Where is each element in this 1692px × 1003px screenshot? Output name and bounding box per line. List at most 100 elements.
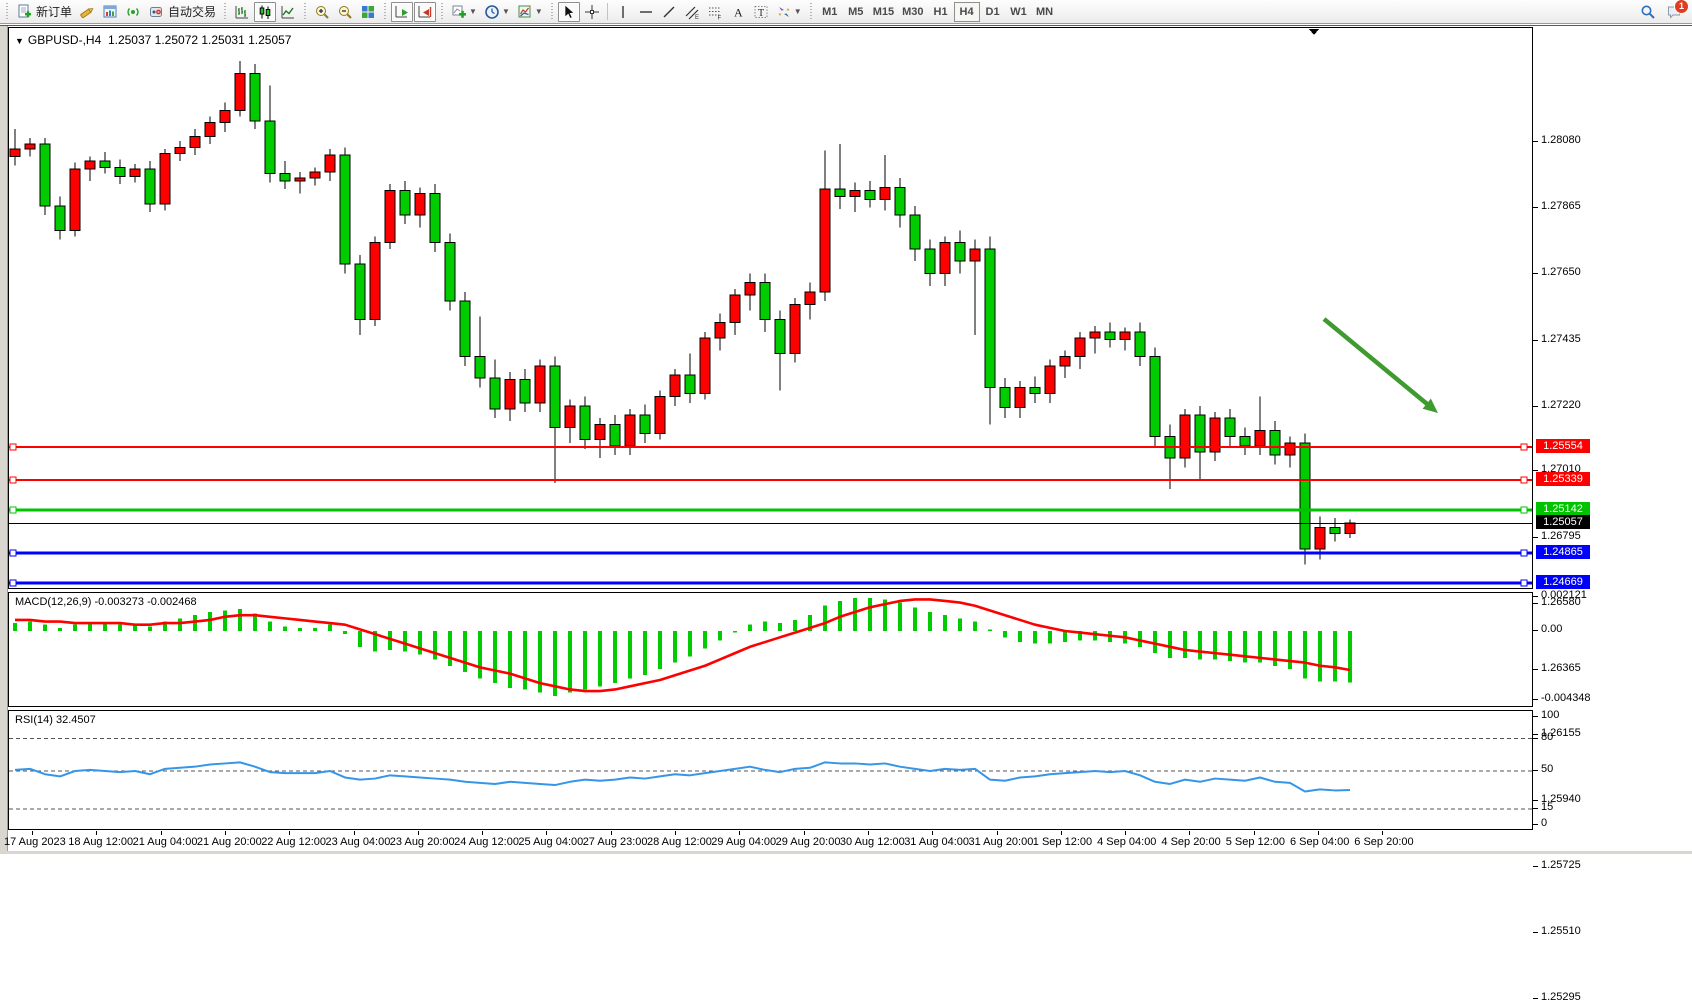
candle — [1255, 430, 1265, 445]
text-button[interactable]: A — [727, 2, 749, 22]
styler-button[interactable] — [76, 2, 98, 22]
arrows-icon — [776, 4, 792, 20]
current-price-label: 1.25057 — [1536, 515, 1590, 529]
toolbar-separator — [607, 3, 608, 20]
candle — [130, 169, 140, 177]
candle — [1300, 443, 1310, 549]
candle — [235, 73, 245, 110]
zoom-in-icon — [314, 4, 330, 20]
tile-windows-button[interactable] — [357, 2, 379, 22]
crosshair-button[interactable] — [581, 2, 603, 22]
toolbar-grip[interactable] — [302, 3, 308, 21]
text-label-button[interactable]: T — [750, 2, 772, 22]
candle — [370, 243, 380, 320]
zoom-out-button[interactable] — [334, 2, 356, 22]
timeframe-button-M30[interactable]: M30 — [898, 2, 927, 22]
notifications-button[interactable]: 1 — [1666, 4, 1682, 20]
line-price-label: 1.25554 — [1536, 439, 1590, 453]
line-handle[interactable] — [1521, 444, 1527, 450]
vertical-line-icon — [615, 4, 631, 20]
trend-arrow-annotation[interactable] — [1324, 319, 1430, 407]
search-icon[interactable] — [1640, 4, 1656, 20]
line-chart-icon — [280, 4, 296, 20]
timeframe-button-M1[interactable]: M1 — [817, 2, 843, 22]
fibonacci-button[interactable]: F — [704, 2, 726, 22]
toolbar-grip[interactable] — [549, 3, 555, 21]
candle — [1045, 366, 1055, 394]
arrows-button[interactable]: ▼ — [773, 2, 805, 22]
templates-button[interactable]: ▼ — [514, 2, 546, 22]
profiles-button[interactable] — [99, 2, 121, 22]
candle — [415, 193, 425, 215]
equidistant-channel-button[interactable]: E — [681, 2, 703, 22]
line-handle[interactable] — [10, 507, 16, 513]
toolbar-grip[interactable] — [222, 3, 228, 21]
horizontal-line-button[interactable] — [635, 2, 657, 22]
horizontal-line-icon — [638, 4, 654, 20]
timeframe-button-MN[interactable]: MN — [1032, 2, 1058, 22]
candle — [595, 424, 605, 439]
price-axis-label: 1.27865 — [1541, 200, 1581, 212]
chart-shift-marker[interactable] — [1309, 29, 1319, 35]
signal-button[interactable] — [122, 2, 144, 22]
bar-chart-button[interactable] — [231, 2, 253, 22]
timeframe-button-M5[interactable]: M5 — [843, 2, 869, 22]
toolbar-grip[interactable] — [4, 3, 10, 21]
timeframe-button-H4[interactable]: H4 — [954, 2, 980, 22]
candle — [700, 338, 710, 393]
time-axis-label: 22 Aug 12:00 — [261, 836, 326, 848]
line-handle[interactable] — [10, 444, 16, 450]
timeframe-button-H1[interactable]: H1 — [928, 2, 954, 22]
price-axis-label: 80 — [1541, 731, 1553, 743]
time-axis-label: 25 Aug 04:00 — [518, 836, 583, 848]
trendline-button[interactable] — [658, 2, 680, 22]
cursor-button[interactable] — [558, 2, 580, 22]
line-handle[interactable] — [10, 580, 16, 586]
timeframe-button-M15[interactable]: M15 — [869, 2, 898, 22]
crosshair-icon — [584, 4, 600, 20]
new-order-button[interactable]: 新订单 — [13, 2, 75, 22]
price-axis-label: 50 — [1541, 763, 1553, 775]
line-handle[interactable] — [1521, 477, 1527, 483]
price-chart-panel[interactable]: ▼GBPUSD-,H4 1.25037 1.25072 1.25031 1.25… — [8, 27, 1533, 589]
price-axis-label: 1.27435 — [1541, 333, 1581, 345]
toolbar-grip[interactable] — [808, 3, 814, 21]
price-axis[interactable]: 1.280801.278651.276501.274351.272201.270… — [1533, 27, 1692, 830]
candle — [925, 249, 935, 274]
axis-tick — [1533, 630, 1538, 631]
auto-scroll-button[interactable] — [391, 2, 413, 22]
time-axis-tick — [225, 831, 226, 835]
periods-button[interactable]: ▼ — [481, 2, 513, 22]
timeframe-button-W1[interactable]: W1 — [1006, 2, 1032, 22]
candle — [325, 155, 335, 172]
axis-tick — [1533, 141, 1538, 142]
indicators-button[interactable]: ▼ — [448, 2, 480, 22]
line-handle[interactable] — [1521, 580, 1527, 586]
toolbar-grip[interactable] — [439, 3, 445, 21]
rsi-panel[interactable]: RSI(14) 32.4507 — [8, 710, 1533, 830]
time-axis-label: 5 Sep 12:00 — [1226, 836, 1285, 848]
chart-shift-button[interactable] — [414, 2, 436, 22]
svg-text:A: A — [734, 5, 743, 19]
macd-signal-line — [15, 599, 1350, 691]
toolbar-grip[interactable] — [382, 3, 388, 21]
auto-trading-button[interactable]: 自动交易 — [145, 2, 219, 22]
time-axis-tick — [1254, 831, 1255, 835]
candle — [460, 301, 470, 356]
chart-dropdown-icon[interactable]: ▼ — [15, 36, 24, 46]
zoom-in-button[interactable] — [311, 2, 333, 22]
macd-panel[interactable]: MACD(12,26,9) -0.003273 -0.002468 — [8, 592, 1533, 707]
timeframe-button-D1[interactable]: D1 — [980, 2, 1006, 22]
time-axis[interactable]: 17 Aug 202318 Aug 12:0021 Aug 04:0021 Au… — [8, 831, 1568, 850]
line-handle[interactable] — [10, 550, 16, 556]
time-axis-tick — [161, 831, 162, 835]
candle — [340, 155, 350, 264]
time-axis-tick — [611, 831, 612, 835]
candlestick-chart-button[interactable] — [254, 2, 276, 22]
line-handle[interactable] — [1521, 507, 1527, 513]
candle — [145, 169, 155, 204]
line-handle[interactable] — [10, 477, 16, 483]
vertical-line-button[interactable] — [612, 2, 634, 22]
line-chart-button[interactable] — [277, 2, 299, 22]
line-handle[interactable] — [1521, 550, 1527, 556]
